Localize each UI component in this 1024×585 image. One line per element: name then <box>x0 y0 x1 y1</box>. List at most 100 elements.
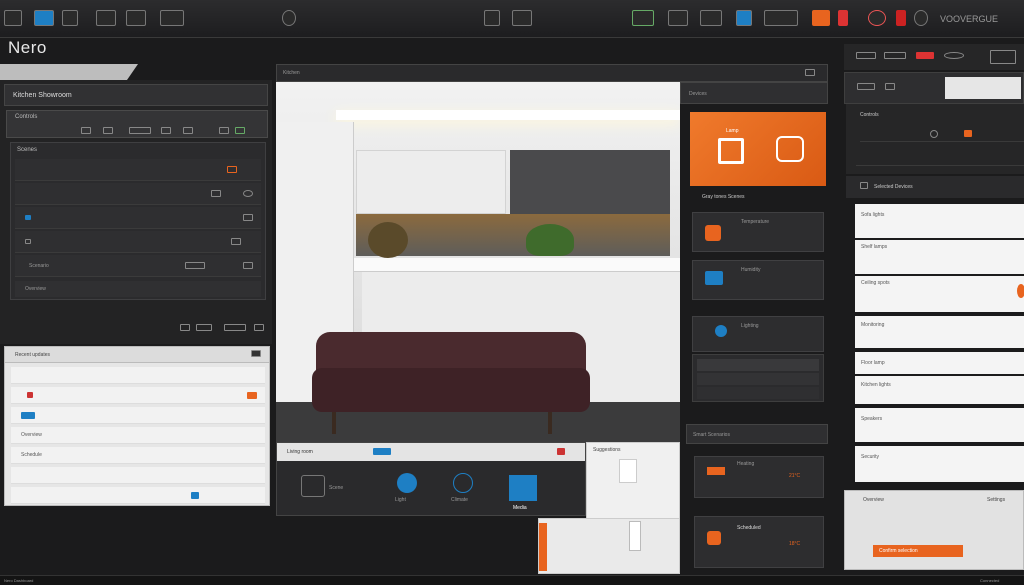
room-preview[interactable] <box>276 82 680 442</box>
panel-icon[interactable] <box>764 10 798 26</box>
window-icon[interactable] <box>700 10 722 26</box>
folder-icon[interactable] <box>96 10 116 26</box>
device-row[interactable]: Speakers <box>855 408 1024 442</box>
table-row[interactable] <box>11 387 265 404</box>
device-icon[interactable] <box>103 127 113 134</box>
schedule-icon <box>707 531 721 545</box>
scenario-card[interactable]: Temperature <box>692 212 824 252</box>
info-icon[interactable] <box>180 324 190 331</box>
device-row-label: Security <box>861 454 880 460</box>
section-label: Smart Scenarios <box>693 432 730 438</box>
device-row[interactable]: Security <box>855 446 1024 482</box>
confirm-button[interactable]: Confirm selection <box>873 545 963 557</box>
outlet-icon <box>776 136 804 162</box>
row-icon <box>191 492 199 499</box>
grid-icon[interactable] <box>668 10 688 26</box>
climate-icon[interactable] <box>453 473 473 493</box>
scene-icon[interactable] <box>301 475 325 497</box>
monitor-icon[interactable] <box>632 10 654 26</box>
tool-icon[interactable] <box>944 52 964 59</box>
device-row[interactable]: Sofa lights <box>855 204 1024 238</box>
app-icon[interactable] <box>34 10 54 26</box>
share-icon[interactable] <box>196 324 212 331</box>
strip-item: Climate <box>451 497 468 503</box>
tool-icon[interactable] <box>885 83 895 90</box>
controls-row[interactable] <box>860 128 1024 142</box>
user-icon[interactable] <box>736 10 752 26</box>
tool-icon[interactable] <box>990 50 1016 64</box>
device-row[interactable]: Ceiling spots <box>855 276 1024 312</box>
device-row[interactable]: Floor lamp <box>855 352 1024 374</box>
fan-icon[interactable] <box>161 127 171 134</box>
more-icon[interactable] <box>254 324 264 331</box>
device-row-label: Sofa lights <box>861 212 885 218</box>
table-row[interactable] <box>11 487 265 504</box>
screen-icon[interactable] <box>512 10 532 26</box>
scenario-card[interactable]: Humidity <box>692 260 824 300</box>
tool-icon[interactable] <box>812 10 830 26</box>
scheduled-card[interactable]: Scheduled 18°C <box>694 516 824 568</box>
tool-icon[interactable] <box>856 52 876 59</box>
status-left: Nero Dashboard <box>4 578 34 583</box>
table-row[interactable]: Schedule <box>11 447 265 464</box>
list-item[interactable] <box>15 183 261 205</box>
view-icon[interactable] <box>160 10 184 26</box>
device-row[interactable]: Kitchen lights <box>855 376 1024 404</box>
strip-icon <box>373 448 391 455</box>
search-box[interactable] <box>945 77 1021 99</box>
table-row[interactable]: Overview <box>11 427 265 444</box>
export-icon[interactable] <box>224 324 246 331</box>
suggestions-card[interactable]: Suggestions <box>586 442 680 522</box>
device-row[interactable]: Shelf lamps <box>855 240 1024 274</box>
list-item[interactable]: Scenario <box>15 255 261 277</box>
right-subbar <box>844 72 1024 104</box>
feature-tile[interactable]: Lamp <box>690 112 826 186</box>
scenario-card[interactable]: Lighting <box>692 316 824 352</box>
controls-row[interactable] <box>856 152 1024 166</box>
expand-icon[interactable] <box>251 350 261 357</box>
scheduled-label: Scheduled <box>737 525 761 531</box>
close-icon[interactable] <box>805 69 815 76</box>
mini-list <box>692 354 824 402</box>
tool-icon[interactable] <box>857 83 875 90</box>
table-row[interactable] <box>11 407 265 424</box>
light-icon[interactable] <box>397 473 417 493</box>
table-row[interactable] <box>11 367 265 384</box>
menu-icon[interactable] <box>4 10 22 26</box>
record-icon[interactable] <box>896 10 906 26</box>
center-tab[interactable]: Kitchen <box>283 70 300 76</box>
media-icon[interactable] <box>509 475 537 501</box>
globe-icon[interactable] <box>282 10 296 26</box>
card-label: Humidity <box>741 267 761 273</box>
strip-close-icon[interactable] <box>557 448 565 455</box>
device-row[interactable]: Monitoring <box>855 316 1024 348</box>
heating-value: 21°C <box>789 473 801 479</box>
alert-icon[interactable] <box>838 10 848 26</box>
list-item[interactable] <box>15 207 261 229</box>
devices-header: Devices <box>680 82 828 104</box>
status-icon[interactable] <box>235 127 245 134</box>
row-icon <box>243 262 253 269</box>
camera-icon[interactable] <box>484 10 500 26</box>
settings-icon[interactable] <box>914 10 928 26</box>
device-row-label: Floor lamp <box>861 360 885 366</box>
alert-icon[interactable] <box>916 52 934 59</box>
table-row[interactable] <box>11 467 265 484</box>
list-item[interactable] <box>15 159 261 181</box>
center-tabbar: Kitchen <box>276 64 828 82</box>
preview-card[interactable] <box>538 518 680 574</box>
file-icon[interactable] <box>62 10 78 26</box>
left-tab-strip[interactable] <box>0 64 138 80</box>
toggle-icon[interactable] <box>81 127 91 134</box>
list-item[interactable] <box>15 231 261 253</box>
scenes-label: Scenes <box>17 147 38 153</box>
row-label: Overview <box>21 432 42 438</box>
heating-card[interactable]: Heating 21°C <box>694 456 824 498</box>
plug-icon[interactable] <box>219 127 229 134</box>
updates-title: Recent updates <box>15 352 51 358</box>
lamp-icon[interactable] <box>183 127 193 134</box>
tool-icon[interactable] <box>884 52 906 59</box>
power-icon[interactable] <box>868 10 886 26</box>
layout-icon[interactable] <box>126 10 146 26</box>
slider-icon[interactable] <box>129 127 151 134</box>
